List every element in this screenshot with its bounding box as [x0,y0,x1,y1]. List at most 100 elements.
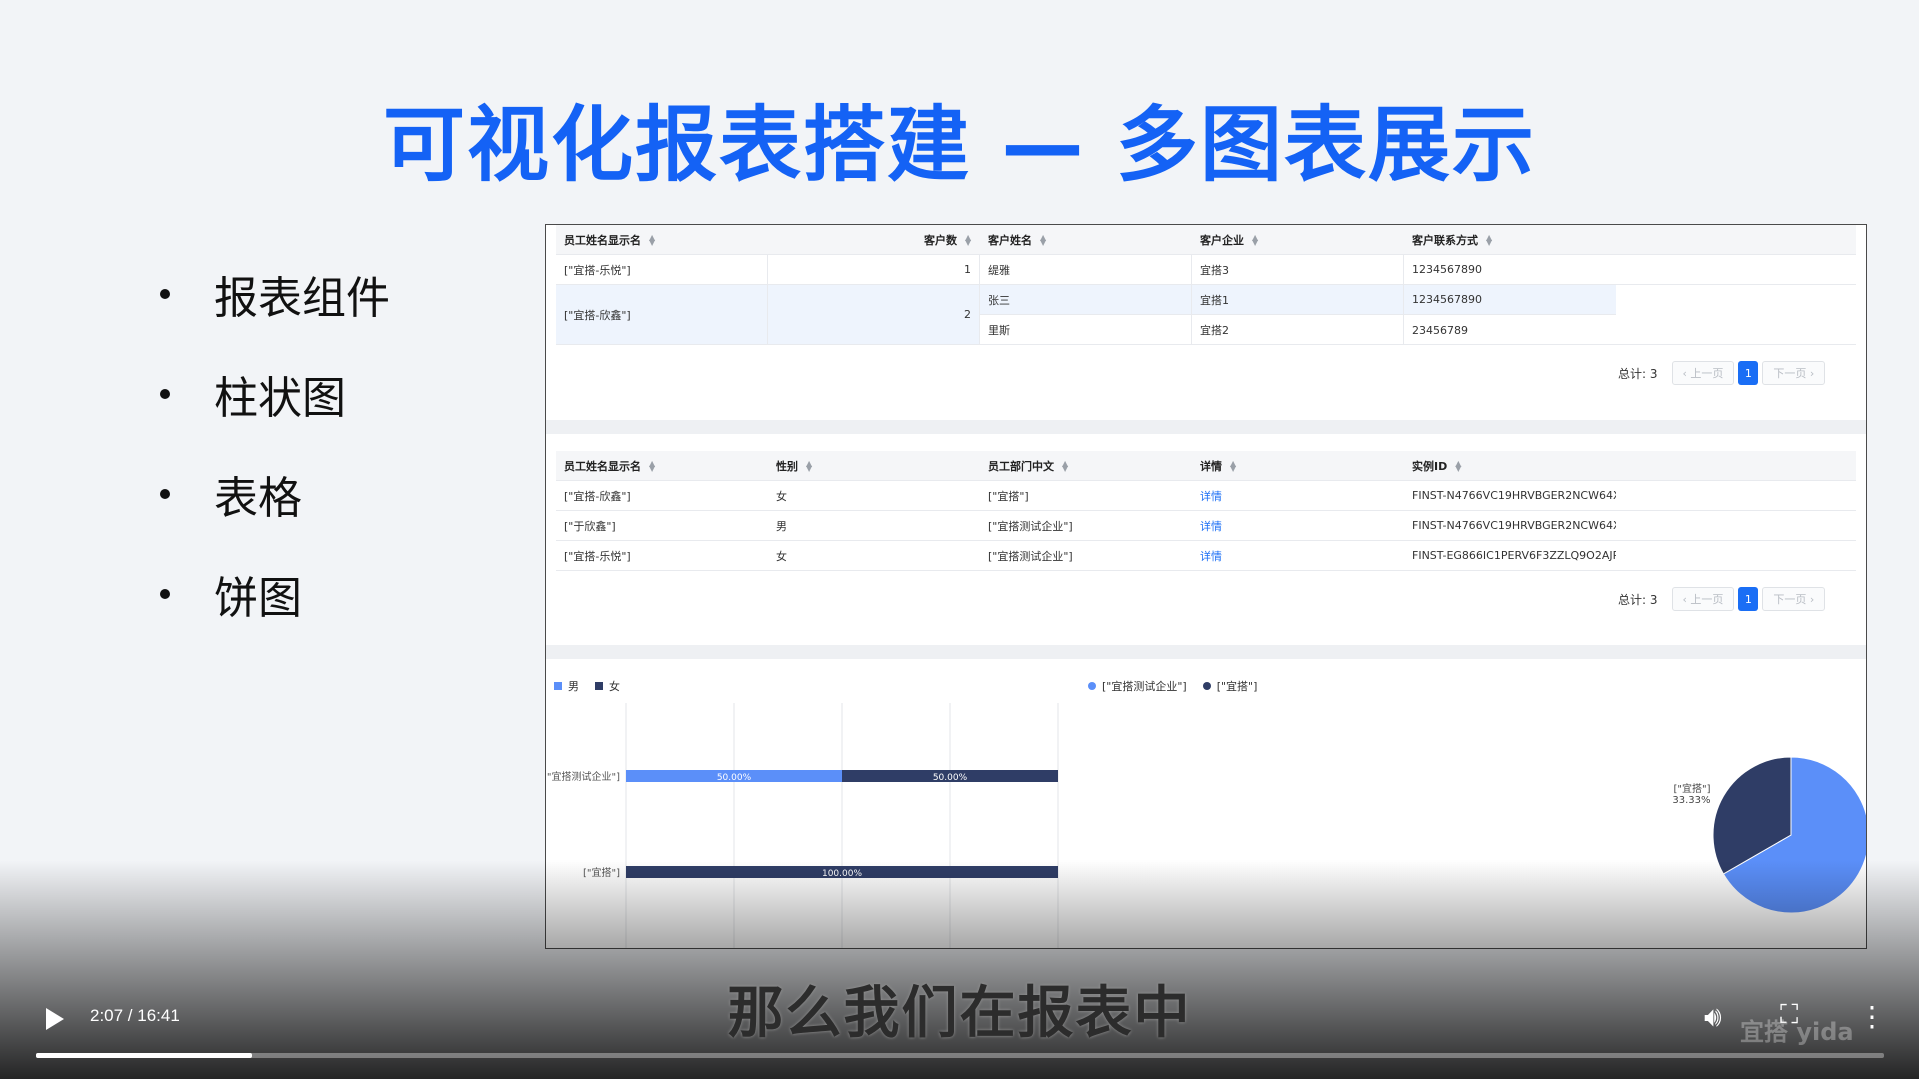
bar-label: 50.00% [717,773,752,783]
column-header[interactable]: 员工姓名显示名 ▲ ▼ [556,451,768,480]
total-count: 总计: 3 [1618,366,1658,381]
sort-icon[interactable]: ▲ ▼ [1062,459,1069,472]
bullet-item: 饼图 [160,544,390,644]
column-header[interactable]: 客户联系方式 ▲ ▼ [1404,225,1616,254]
gender-cell: 女 [776,489,787,503]
sort-icon[interactable]: ▲ ▼ [1040,233,1047,246]
bullet-item: 柱状图 [160,344,390,444]
customer-phone-cell: 1234567890 [1412,293,1482,306]
column-header[interactable]: 实例ID ▲ ▼ [1404,451,1616,480]
time-display: 2:07 / 16:41 [90,1006,180,1025]
customer-name-cell: 缇雅 [980,255,1192,284]
customer-phone-cell: 1234567890 [1412,263,1482,276]
bullet-list: 报表组件 柱状图 表格 饼图 [160,244,390,644]
sub-row: 张三 宜搭1 1234567890 [980,285,1616,315]
progress-fill [36,1053,253,1058]
legend-item[interactable]: ["宜搭测试企业"] [1088,678,1187,694]
volume-icon[interactable]: 🔊︎ [1704,1000,1722,1034]
customer-name-cell: 里斯 [980,315,1192,345]
bullet-item: 报表组件 [160,244,390,344]
page-number-button[interactable]: 1 [1738,361,1759,385]
customer-company-cell: 宜搭2 [1192,315,1404,345]
detail-link[interactable]: 详情 [1192,511,1404,540]
employee-cell: ["宜搭-乐悦"] [564,549,631,563]
bullet-dot [160,389,170,399]
more-options-icon[interactable]: ⋮ [1858,1000,1886,1033]
detail-link[interactable]: 详情 [1192,481,1404,510]
department-cell: ["宜搭"] [988,489,1029,503]
customer-company-cell: 宜搭3 [1192,255,1404,284]
legend-swatch [595,682,603,690]
legend-item[interactable]: ["宜搭"] [1202,678,1257,694]
count-cell: 2 [768,285,980,344]
next-page-button[interactable]: 下一页 › [1762,361,1826,385]
sort-icon[interactable]: ▲ ▼ [965,233,972,246]
section-divider [546,420,1866,434]
table-header: 员工姓名显示名 ▲ ▼ 性别 ▲ ▼ 员工部门中文 ▲ ▼ 详情 ▲ ▼ 实例ID ▲ ▼ [556,451,1856,481]
pagination: 总计: 3 ‹ 上一页 1 下一页 › [1618,587,1826,611]
column-header[interactable]: 客户企业 ▲ ▼ [1192,225,1404,254]
department-cell: ["宜搭测试企业"] [988,549,1073,563]
bullet-dot [160,289,170,299]
bullet-dot [160,589,170,599]
prev-page-button[interactable]: ‹ 上一页 [1671,587,1735,611]
employee-cell: ["宜搭-乐悦"] [556,255,768,284]
department-cell: ["宜搭测试企业"] [988,519,1073,533]
employee-cell: ["宜搭-欣鑫"] [564,489,631,503]
employee-cell: ["于欣鑫"] [564,519,616,533]
sub-row: 里斯 宜搭2 23456789 [980,315,1616,345]
customer-phone-cell: 23456789 [1412,323,1468,337]
legend-item[interactable]: 女 [595,678,620,694]
progress-bar[interactable] [36,1053,1884,1058]
customer-company-cell: 宜搭1 [1192,285,1404,314]
bullet-text: 饼图 [214,573,302,624]
legend-swatch [1202,682,1211,690]
bullet-text: 柱状图 [214,373,346,424]
total-count: 总计: 3 [1618,592,1658,607]
bullet-text: 表格 [214,473,302,524]
table-row[interactable]: ["宜搭-乐悦"] 1 缇雅 宜搭3 1234567890 [556,255,1856,285]
slide-title: 可视化报表搭建 — 多图表展示 [382,98,1537,193]
pie-chart-legend: ["宜搭测试企业"] ["宜搭"] [1088,678,1273,694]
table-row[interactable]: ["宜搭-乐悦"] 女 ["宜搭测试企业"] 详情 FINST-EG866IC1… [556,541,1856,571]
sort-icon[interactable]: ▲ ▼ [1252,233,1259,246]
next-page-button[interactable]: 下一页 › [1762,587,1826,611]
count-cell: 1 [768,255,980,284]
table-row[interactable]: ["宜搭-欣鑫"] 2 张三 宜搭1 1234567890 里斯 宜搭2 234… [556,285,1856,345]
column-header[interactable]: 性别 ▲ ▼ [768,451,980,480]
bullet-text: 报表组件 [214,273,390,324]
employee-table: 员工姓名显示名 ▲ ▼ 性别 ▲ ▼ 员工部门中文 ▲ ▼ 详情 ▲ ▼ 实例ID ▲ ▼ ["宜搭… [556,451,1856,571]
bar-label: 50.00% [933,773,968,783]
sort-icon[interactable]: ▲ ▼ [1455,459,1462,472]
sort-icon[interactable]: ▲ ▼ [649,459,656,472]
report-screenshot: 员工姓名显示名 ▲ ▼ 客户数 ▲ ▼ 客户姓名 ▲ ▼ 客户企业 ▲ ▼ 客户联系方式 ▲ ▼ [… [545,224,1867,949]
sort-icon[interactable]: ▲ ▼ [649,233,656,246]
sort-icon[interactable]: ▲ ▼ [1230,459,1237,472]
detail-link[interactable]: 详情 [1192,541,1404,570]
table-row[interactable]: ["宜搭-欣鑫"] 女 ["宜搭"] 详情 FINST-N4766VC19HRV… [556,481,1856,511]
column-header[interactable]: 员工部门中文 ▲ ▼ [980,451,1192,480]
customer-name-cell: 张三 [980,285,1192,314]
watermark: 宜搭 yida [1740,1018,1854,1046]
gender-cell: 男 [776,519,787,533]
play-icon[interactable] [46,1008,64,1030]
page-number-button[interactable]: 1 [1738,587,1759,611]
column-header[interactable]: 详情 ▲ ▼ [1192,451,1404,480]
instance-id-cell: FINST-EG866IC1PERV6F3ZZLQ9O2AJR2ND2Q... [1412,549,1616,562]
legend-item[interactable]: 男 [554,678,579,694]
bullet-item: 表格 [160,444,390,544]
table-header: 员工姓名显示名 ▲ ▼ 客户数 ▲ ▼ 客户姓名 ▲ ▼ 客户企业 ▲ ▼ 客户联系方式 ▲ ▼ [556,225,1856,255]
sub-rows: 张三 宜搭1 1234567890 里斯 宜搭2 23456789 [980,285,1616,345]
column-header[interactable]: 客户姓名 ▲ ▼ [980,225,1192,254]
bar-chart-legend: 男 女 [554,678,636,694]
legend-swatch [1088,682,1096,690]
category-label: ["宜搭测试企业"] [546,770,620,783]
legend-swatch [554,682,562,690]
column-header[interactable]: 客户数 ▲ ▼ [768,225,980,254]
prev-page-button[interactable]: ‹ 上一页 [1671,361,1735,385]
sort-icon[interactable]: ▲ ▼ [1486,233,1493,246]
column-header[interactable]: 员工姓名显示名 ▲ ▼ [556,225,768,254]
table-row[interactable]: ["于欣鑫"] 男 ["宜搭测试企业"] 详情 FINST-N4766VC19H… [556,511,1856,541]
employee-cell: ["宜搭-欣鑫"] [556,285,768,344]
sort-icon[interactable]: ▲ ▼ [806,459,813,472]
